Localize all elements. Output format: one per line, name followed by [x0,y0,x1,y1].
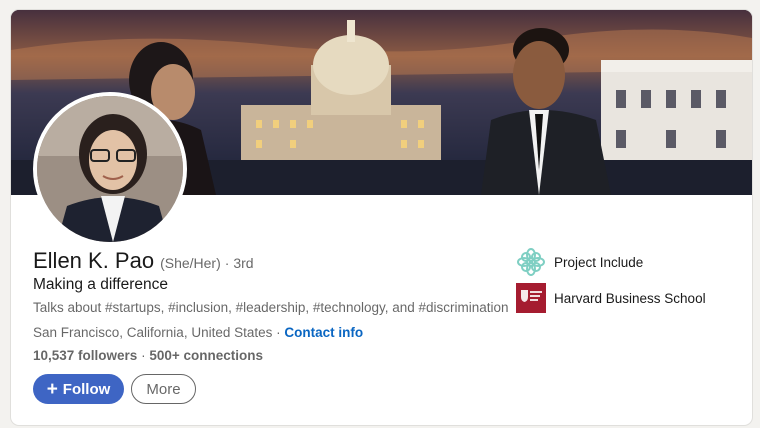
profile-headline: Making a difference [33,276,168,293]
contact-info-link[interactable]: Contact info [284,325,363,340]
name-row: Ellen K. Pao (She/Her) · 3rd [33,248,254,274]
harvard-shield-logo-icon [516,283,546,313]
follow-button[interactable]: + Follow [33,374,124,404]
more-button[interactable]: More [131,374,196,404]
profile-photo-avatar[interactable] [33,92,187,246]
plus-icon: + [46,378,58,400]
talks-about: Talks about #startups, #inclusion, #lead… [33,300,509,315]
network-row: 10,537 followers · 500+ connections [33,348,263,363]
followers-count[interactable]: 10,537 followers [33,348,137,363]
connections-separator: · [141,348,146,363]
connection-degree: · 3rd [224,255,254,271]
organization-name: Harvard Business School [554,290,706,306]
follow-label: Follow [62,380,111,398]
organization-name: Project Include [554,254,644,270]
pronouns: (She/Her) [160,255,221,271]
profile-name: Ellen K. Pao [33,248,155,273]
organization-project-include[interactable]: Project Include [516,247,643,277]
profile-card: Ellen K. Pao (She/Her) · 3rd Making a di… [11,10,752,425]
project-include-logo-icon [516,247,546,277]
more-label: More [146,380,181,398]
connections-count[interactable]: 500+ connections [149,348,263,363]
location-separator: · [276,325,281,340]
location: San Francisco, California, United States [33,325,273,340]
organization-harvard-business-school[interactable]: Harvard Business School [516,283,706,313]
location-row: San Francisco, California, United States… [33,325,363,340]
